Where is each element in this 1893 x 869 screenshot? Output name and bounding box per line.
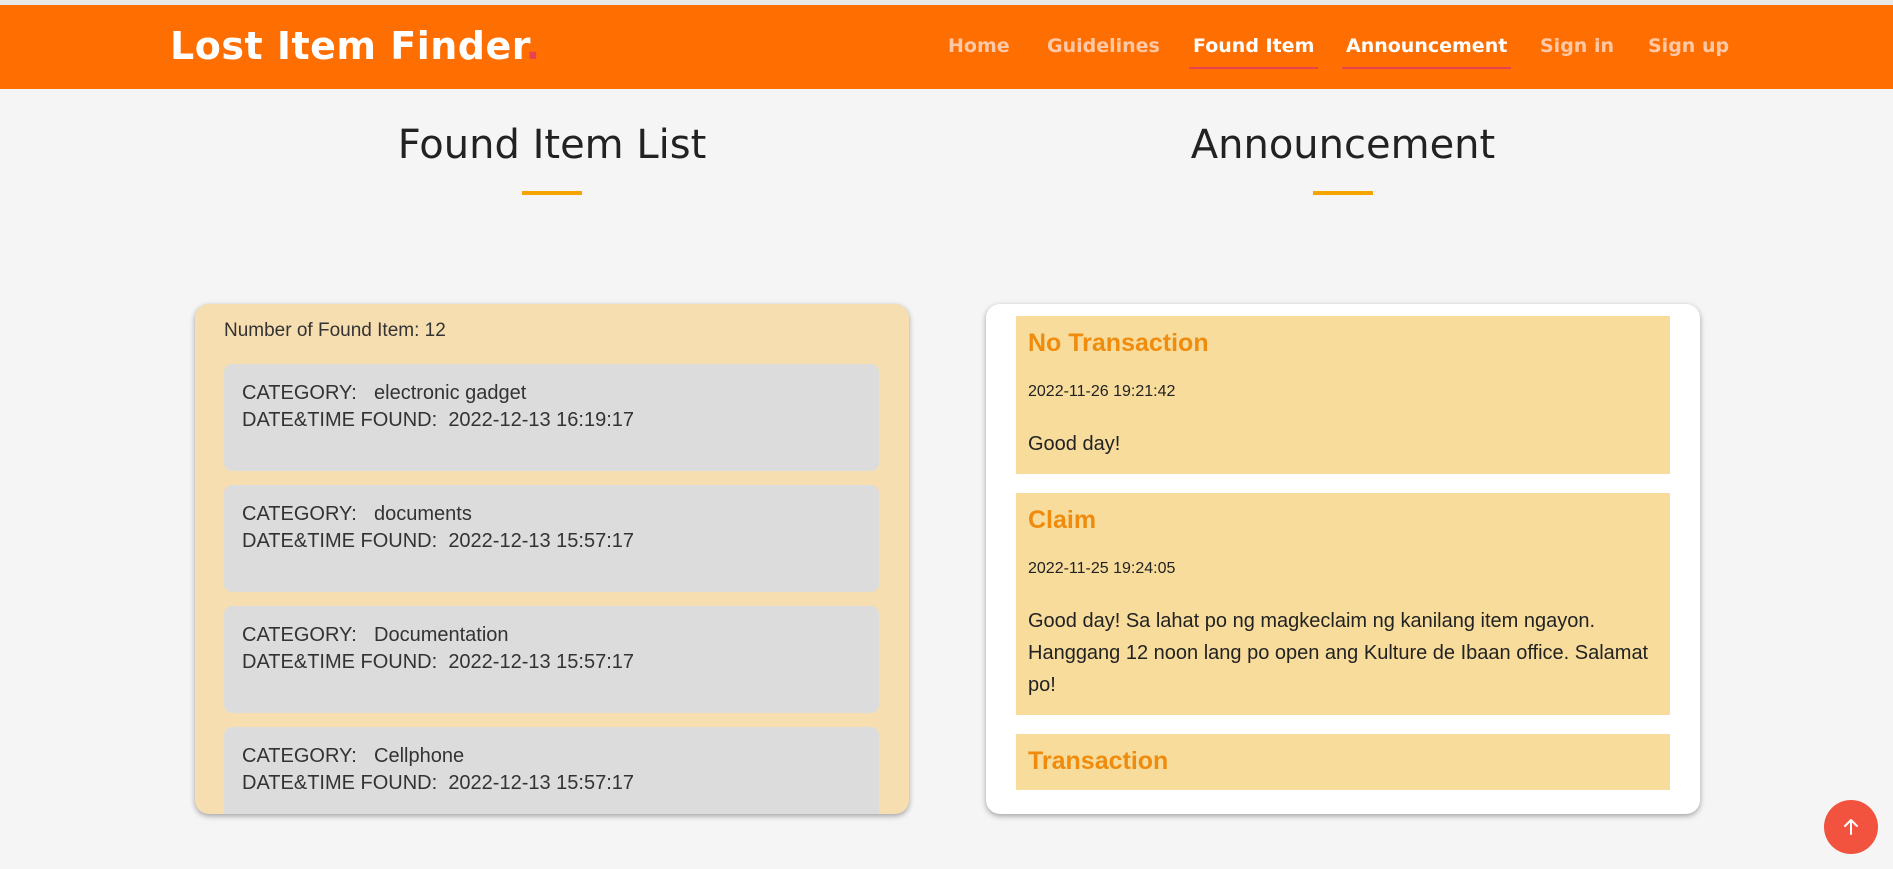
announcement-card-body: Good day! bbox=[1028, 433, 1121, 455]
announcement-card-title: No Transaction bbox=[1028, 329, 1209, 357]
nav-found-item-label: Found Item bbox=[1193, 35, 1315, 57]
date-found-value: 2022-12-13 16:19:17 bbox=[448, 409, 635, 431]
announcement-card: No Transaction 2022-11-26 19:21:42 Good … bbox=[1016, 316, 1670, 474]
scroll-to-top-button[interactable] bbox=[1824, 800, 1878, 854]
category-label: CATEGORY: bbox=[242, 624, 357, 646]
announcement-list: No Transaction 2022-11-26 19:21:42 Good … bbox=[1016, 316, 1670, 809]
date-found-label: DATE&TIME FOUND: bbox=[242, 772, 438, 794]
nav-announcement[interactable]: Announcement bbox=[1342, 35, 1512, 69]
category-label: CATEGORY: bbox=[242, 503, 357, 525]
announcement-title: Announcement bbox=[1190, 122, 1496, 168]
date-found-value: 2022-12-13 15:57:17 bbox=[448, 651, 635, 673]
site-logo[interactable]: Lost Item Finder. bbox=[170, 24, 541, 68]
announcement-card-date: 2022-11-25 19:24:05 bbox=[1028, 560, 1176, 577]
category-label: CATEGORY: bbox=[242, 382, 357, 404]
category-value: electronic gadget bbox=[374, 382, 527, 404]
nav-active-underline bbox=[1189, 67, 1319, 69]
found-item-list: CATEGORY: electronic gadget DATE&TIME FOU… bbox=[224, 364, 879, 814]
date-found-label: DATE&TIME FOUND: bbox=[242, 651, 438, 673]
category-label: CATEGORY: bbox=[242, 745, 357, 767]
category-value: Documentation bbox=[374, 624, 509, 646]
found-item-card[interactable]: CATEGORY: documents DATE&TIME FOUND: 2022… bbox=[224, 485, 879, 592]
announcement-panel[interactable]: No Transaction 2022-11-26 19:21:42 Good … bbox=[986, 304, 1700, 814]
category-value: documents bbox=[374, 503, 472, 525]
found-item-list-title: Found Item List bbox=[397, 122, 707, 168]
nav-home[interactable]: Home bbox=[948, 35, 1010, 57]
nav-active-underline bbox=[1342, 67, 1512, 69]
navbar: Lost Item Finder. Home Guidelines Found … bbox=[0, 5, 1893, 89]
date-found-label: DATE&TIME FOUND: bbox=[242, 409, 438, 431]
date-found-label: DATE&TIME FOUND: bbox=[242, 530, 438, 552]
nav-sign-in[interactable]: Sign in bbox=[1540, 35, 1614, 57]
announcement-card-date: 2022-11-26 19:21:42 bbox=[1028, 383, 1176, 400]
found-item-card[interactable]: CATEGORY: Documentation DATE&TIME FOUND: … bbox=[224, 606, 879, 713]
announcement-card-title: Claim bbox=[1028, 506, 1097, 534]
category-value: Cellphone bbox=[374, 745, 465, 767]
announcement-card-title: Transaction bbox=[1028, 747, 1169, 775]
nav-sign-up[interactable]: Sign up bbox=[1648, 35, 1729, 57]
nav-announcement-label: Announcement bbox=[1346, 35, 1508, 57]
date-found-value: 2022-12-13 15:57:17 bbox=[448, 530, 635, 552]
logo-dot: . bbox=[525, 24, 541, 68]
found-title-underline bbox=[522, 191, 582, 195]
announcement-card-body: Good day! Sa lahat po ng magkeclaim ng k… bbox=[1028, 610, 1649, 696]
found-item-card[interactable]: CATEGORY: Cellphone DATE&TIME FOUND: 2022… bbox=[224, 727, 879, 814]
logo-text: Lost Item Finder bbox=[170, 24, 526, 68]
announcement-card: Transaction bbox=[1016, 734, 1670, 790]
found-item-card[interactable]: CATEGORY: electronic gadget DATE&TIME FOU… bbox=[224, 364, 879, 471]
date-found-value: 2022-12-13 15:57:17 bbox=[448, 772, 635, 794]
arrow-up-icon bbox=[1844, 819, 1858, 835]
found-item-count: Number of Found Item: 12 bbox=[224, 320, 446, 341]
found-item-panel[interactable]: Number of Found Item: 12 CATEGORY: electr… bbox=[195, 304, 909, 814]
nav-found-item[interactable]: Found Item bbox=[1189, 35, 1319, 69]
nav-guidelines[interactable]: Guidelines bbox=[1047, 35, 1160, 57]
announcement-title-underline bbox=[1313, 191, 1373, 195]
announcement-card: Claim 2022-11-25 19:24:05 Good day! Sa l… bbox=[1016, 493, 1670, 715]
